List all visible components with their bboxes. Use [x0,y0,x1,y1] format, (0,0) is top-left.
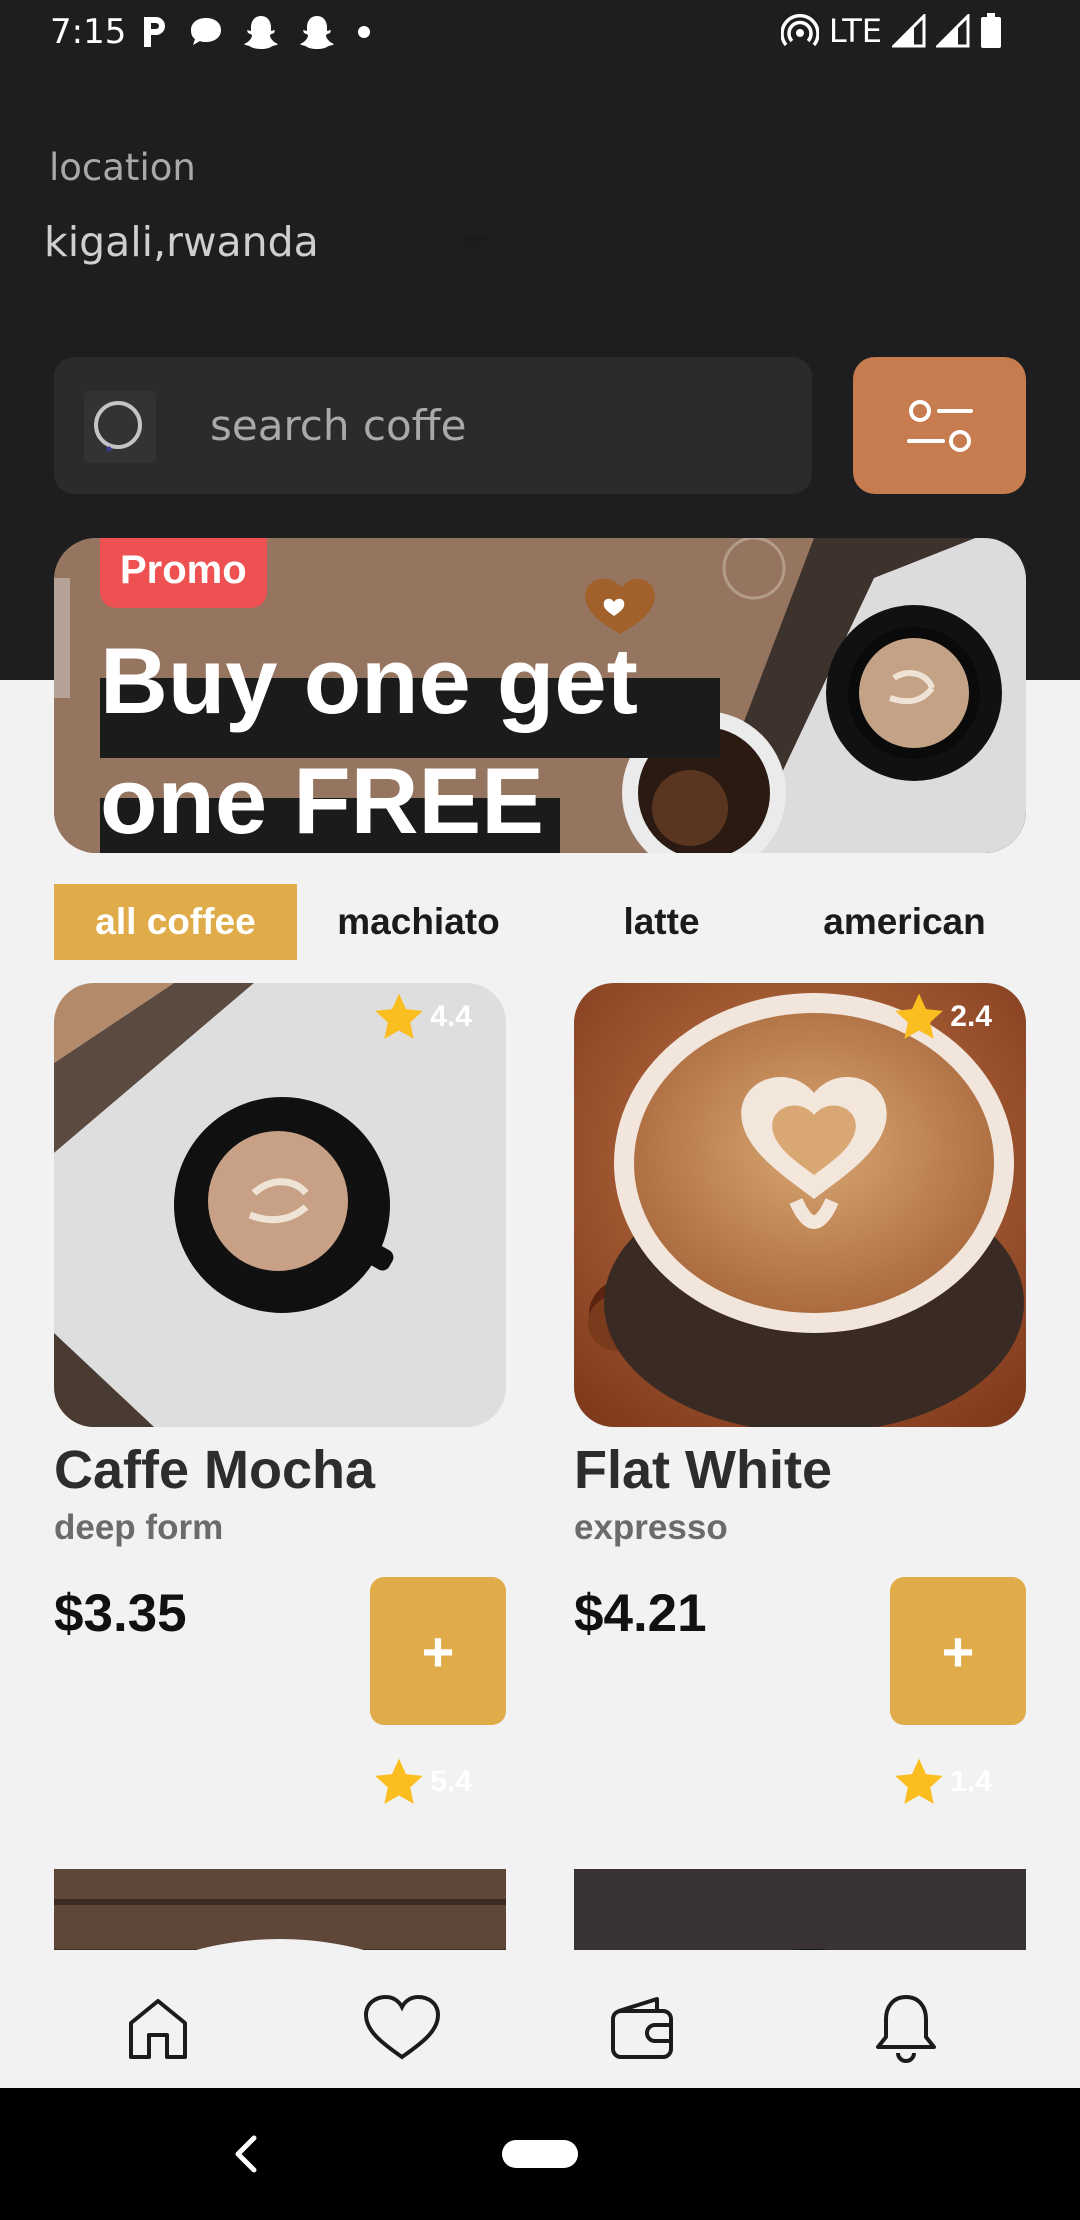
search-input[interactable] [210,357,770,494]
promo-headline-line2: one FREE [100,748,544,853]
signal-icon [936,14,970,48]
battery-icon [981,13,1001,48]
filter-button[interactable] [853,357,1026,494]
rating-value: 2.4 [950,1000,992,1033]
notification-icons [140,14,374,50]
product-image [574,983,1026,1427]
nav-notifications[interactable] [866,1988,946,2068]
product-card[interactable]: 5.4 [54,1748,506,1950]
product-card[interactable]: 4.4 Caffe Mocha deep form $3.35 + [54,983,506,1743]
star-icon [375,993,424,1039]
bottom-navigation [0,1950,1080,2088]
rating-value: 5.4 [430,1765,472,1798]
promo-headline-line1: Buy one get [100,628,638,733]
nav-favorites[interactable] [362,1988,442,2068]
nav-wallet[interactable] [602,1988,682,2068]
star-icon [375,1758,424,1804]
system-navigation-bar [0,2088,1080,2220]
rating-value: 1.4 [950,1765,992,1798]
wallet-icon [611,1997,673,2059]
product-subtitle: deep form [54,1508,224,1547]
product-image [54,983,506,1427]
heart-icon [363,1994,441,2060]
chat-icon [191,18,221,45]
tab-all-coffee[interactable]: all coffee [54,884,297,960]
system-status-icons: LTE [780,12,1002,50]
parking-icon [144,17,165,47]
product-price: $4.21 [574,1584,707,1643]
tab-latte[interactable]: latte [540,884,783,960]
rating-badge: 4.4 [370,989,472,1045]
chevron-down-icon[interactable] [458,236,488,252]
status-bar: 7:15 LTE [0,0,1080,66]
tab-machiato[interactable]: machiato [297,884,540,960]
add-to-cart-button[interactable]: + [890,1577,1026,1725]
rating-badge: 1.4 [890,1754,992,1810]
add-to-cart-button[interactable]: + [370,1577,506,1725]
nav-home[interactable] [118,1988,198,2068]
rating-value: 4.4 [430,1000,472,1033]
star-icon [895,1758,944,1804]
rating-badge: 5.4 [370,1754,472,1810]
filter-icon [906,399,973,452]
product-card[interactable]: 2.4 Flat White expresso $4.21 + [574,983,1026,1743]
hotspot-icon [780,14,819,47]
rating-badge: 2.4 [890,989,992,1045]
signal-icon [892,14,926,48]
location-selector[interactable]: kigali,rwanda [44,218,319,266]
network-type: LTE [828,12,882,50]
home-pill[interactable] [502,2140,578,2168]
category-tabs: all coffee machiato latte american [54,884,1026,960]
home-icon [129,1999,187,2059]
snapchat-icon [300,16,334,49]
snapchat-icon [244,16,278,49]
search-icon [84,391,156,463]
product-name: Flat White [574,1440,832,1500]
status-time: 7:15 [50,12,127,52]
back-icon[interactable] [226,2130,266,2178]
product-card[interactable]: 1.4 [574,1748,1026,1950]
tab-american[interactable]: american [783,884,1026,960]
product-price: $3.35 [54,1584,187,1643]
search-bar[interactable] [54,357,812,494]
promo-banner[interactable]: Promo Buy one get one FREE [54,538,1026,853]
product-subtitle: expresso [574,1508,728,1547]
location-label: location [49,146,196,189]
promo-badge: Promo [100,538,267,608]
bell-icon [876,1995,936,2063]
product-name: Caffe Mocha [54,1440,376,1500]
star-icon [895,993,944,1039]
dot-icon [358,26,370,38]
